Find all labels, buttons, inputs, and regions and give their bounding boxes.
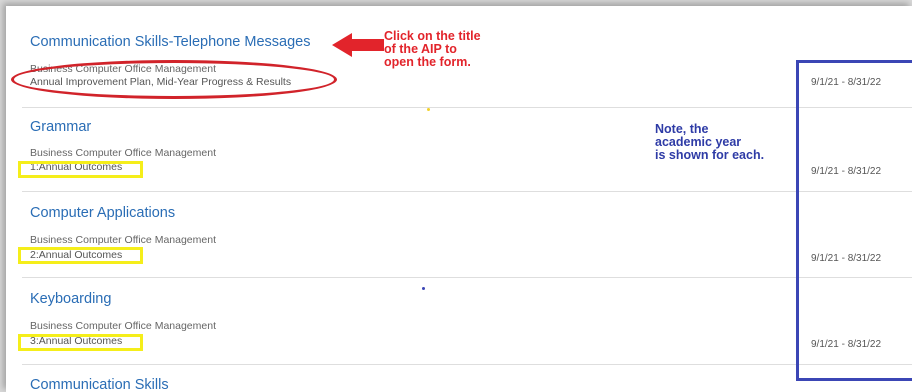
item-program: Business Computer Office Management (30, 147, 216, 159)
item-title-link[interactable]: Communication Skills (30, 377, 169, 392)
callout-line: open the form. (384, 55, 471, 69)
list-item: Communication Skills (6, 365, 912, 392)
stray-dot (427, 108, 430, 111)
item-title-link[interactable]: Grammar (30, 119, 91, 135)
item-title-link[interactable]: Communication Skills-Telephone Messages (30, 34, 310, 50)
list-item: Computer Applications Business Computer … (6, 192, 912, 278)
blue-highlight-box (796, 60, 912, 381)
red-callout-text: Click on the title of the AIP to open th… (384, 30, 534, 69)
red-arrow-icon (332, 33, 384, 57)
red-ellipse-annotation (11, 60, 337, 99)
yellow-highlight-box (18, 247, 143, 264)
yellow-highlight-box (18, 161, 143, 178)
stray-dot (422, 287, 425, 290)
list-item: Keyboarding Business Computer Office Man… (6, 278, 912, 365)
aip-list-panel: Communication Skills-Telephone Messages … (6, 6, 912, 392)
item-title-link[interactable]: Keyboarding (30, 291, 111, 307)
item-program: Business Computer Office Management (30, 234, 216, 246)
yellow-highlight-box (18, 334, 143, 351)
item-program: Business Computer Office Management (30, 320, 216, 332)
item-title-link[interactable]: Computer Applications (30, 205, 175, 221)
blue-callout-text: Note, the academic year is shown for eac… (655, 123, 815, 162)
callout-line: is shown for each. (655, 148, 765, 162)
